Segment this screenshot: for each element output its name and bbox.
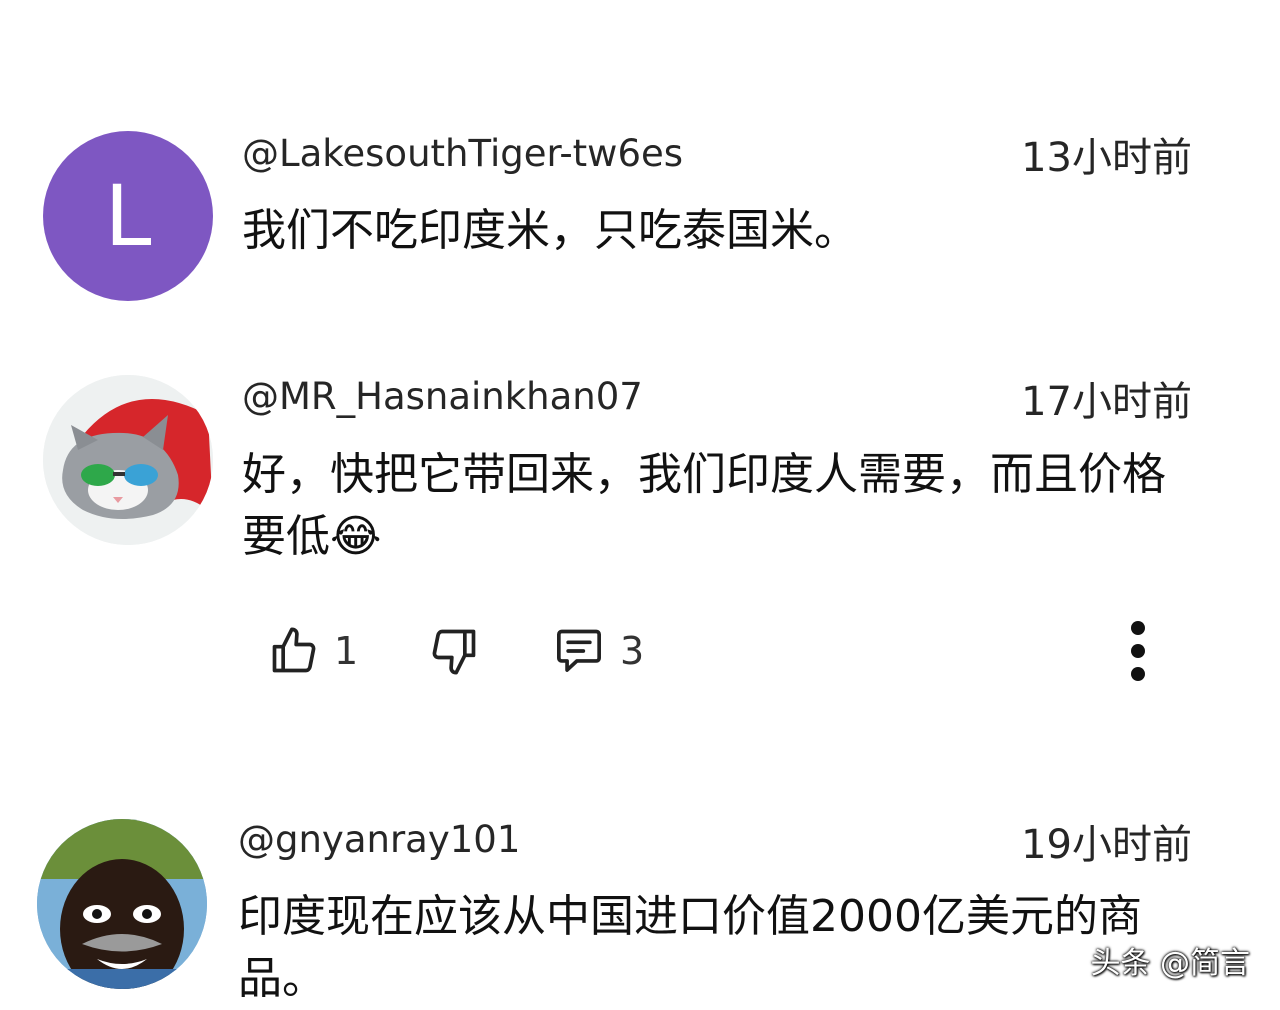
watermark: 头条 @简言 bbox=[1090, 946, 1250, 981]
comment-text: 印度现在应该从中国进口价值2000亿美元的商品。 bbox=[238, 891, 1142, 1004]
comment-timestamp: 19小时前 bbox=[1021, 822, 1192, 868]
comment-author[interactable]: @gnyanray101 bbox=[238, 819, 520, 861]
man-photo-avatar bbox=[37, 819, 207, 989]
comment-item: @gnyanray101 19小时前 印度现在应该从中国进口价值2000亿美元的… bbox=[0, 0, 1280, 1004]
avatar[interactable] bbox=[37, 819, 207, 989]
